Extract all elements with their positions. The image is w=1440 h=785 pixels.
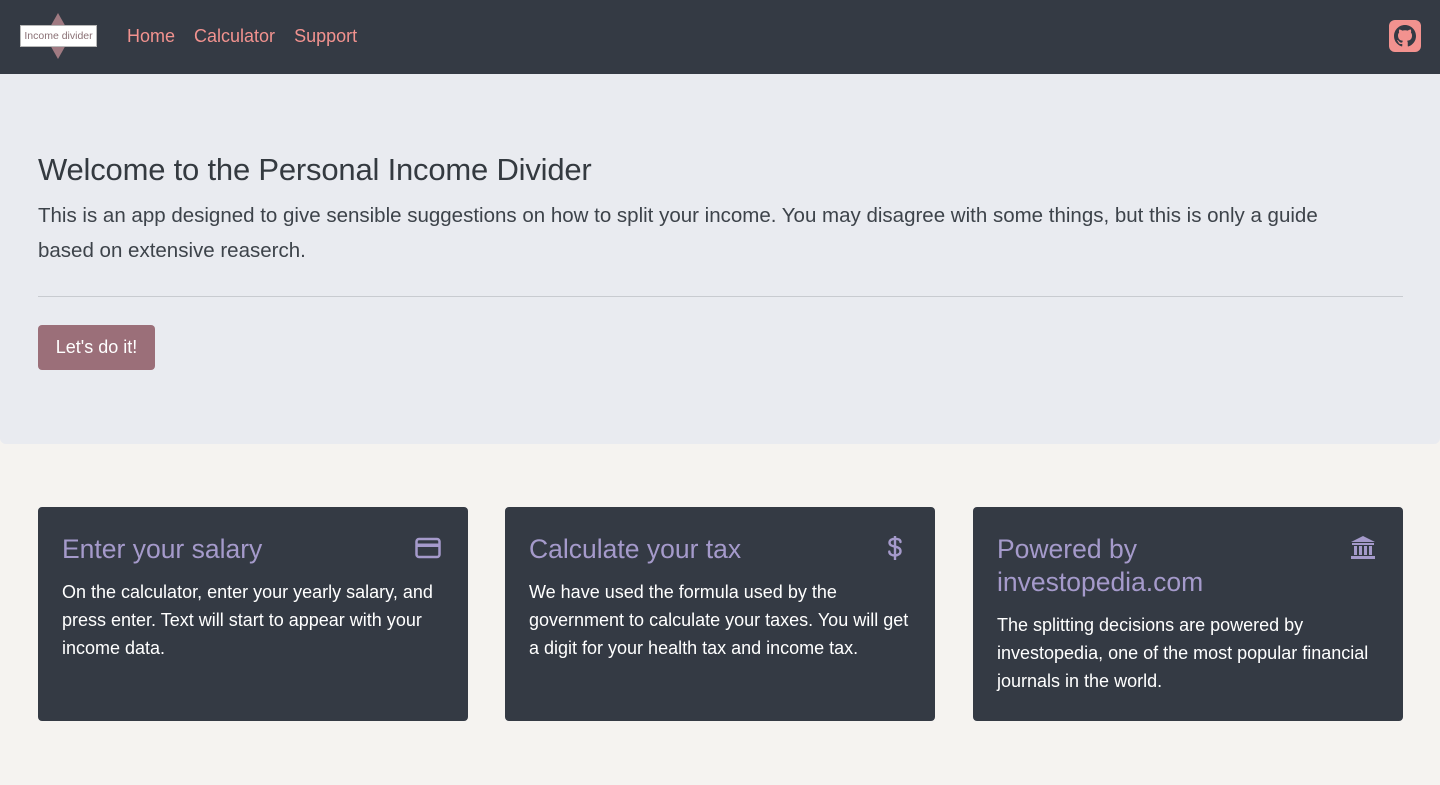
lets-do-it-button[interactable]: Let's do it! [38,325,155,370]
bank-icon [1350,535,1376,561]
hero-section: Welcome to the Personal Income Divider T… [0,74,1440,444]
hero-divider [38,296,1403,297]
nav-link-home[interactable]: Home [127,24,175,48]
brand-label: Income divider [20,25,97,47]
card-text: The splitting decisions are powered by i… [997,615,1369,691]
card-calculate-tax: Calculate your tax We have used the form… [505,507,935,721]
credit-card-icon [415,535,441,561]
card-title: Powered by investopedia.com [997,534,1204,597]
card-text: We have used the formula used by the gov… [529,582,909,658]
card-title: Calculate your tax [529,534,742,564]
hero-title: Welcome to the Personal Income Divider [38,152,592,187]
nav-link-support[interactable]: Support [294,24,357,48]
navbar: Income divider Home Calculator Support [0,0,1440,74]
dollar-icon [882,535,908,561]
hero-lead: This is an app designed to give sensible… [38,204,1318,262]
card-title: Enter your salary [62,534,263,564]
card-enter-salary: Enter your salary On the calculator, ent… [38,507,468,721]
nav-link-calculator[interactable]: Calculator [194,24,275,48]
brand-logo[interactable]: Income divider [20,13,97,59]
card-text: On the calculator, enter your yearly sal… [62,582,433,658]
github-button[interactable] [1389,20,1421,52]
github-icon [1394,25,1416,47]
nav-links: Home Calculator Support [127,24,376,48]
card-powered-by: Powered by investopedia.com The splittin… [973,507,1403,721]
